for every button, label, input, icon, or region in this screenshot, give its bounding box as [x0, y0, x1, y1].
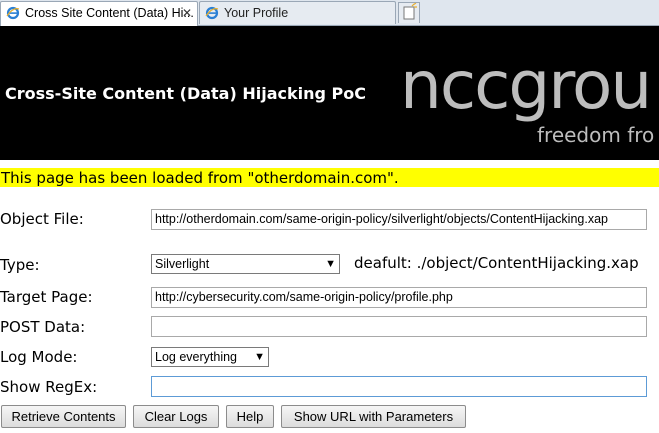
show-regex-label: Show RegEx:	[0, 378, 98, 396]
show-regex-input[interactable]	[151, 376, 647, 397]
help-button[interactable]: Help	[226, 405, 274, 428]
tab-title: Your Profile	[224, 6, 289, 20]
post-data-input[interactable]	[151, 316, 647, 337]
nccgroup-logo: nccgrou	[400, 47, 652, 124]
new-tab-icon	[403, 2, 417, 20]
origin-notice: This page has been loaded from "otherdom…	[0, 168, 659, 187]
default-path-text: deafult: ./object/ContentHijacking.xap	[354, 254, 639, 272]
ie-icon	[6, 6, 20, 20]
browser-tab-strip: Cross Site Content (Data) Hi... ✕ Your P…	[0, 0, 659, 26]
new-tab-button[interactable]	[398, 2, 420, 23]
retrieve-contents-button[interactable]: Retrieve Contents	[1, 405, 126, 428]
ie-icon	[205, 6, 219, 20]
log-mode-selected-value: Log everything	[155, 350, 238, 364]
target-page-input[interactable]: http://cybersecurity.com/same-origin-pol…	[151, 287, 647, 308]
chevron-down-icon: ▼	[325, 258, 336, 270]
type-label: Type:	[0, 256, 40, 274]
object-file-input[interactable]: http://otherdomain.com/same-origin-polic…	[151, 209, 647, 230]
page-title: Cross-Site Content (Data) Hijacking PoC	[5, 84, 366, 103]
type-select[interactable]: Silverlight ▼	[151, 254, 340, 274]
clear-logs-button[interactable]: Clear Logs	[133, 405, 219, 428]
close-tab-icon[interactable]: ✕	[182, 2, 192, 24]
header-banner: Cross-Site Content (Data) Hijacking PoC …	[0, 26, 659, 160]
post-data-label: POST Data:	[0, 318, 86, 336]
type-selected-value: Silverlight	[155, 257, 210, 271]
log-mode-select[interactable]: Log everything ▼	[151, 347, 269, 367]
logo-tagline: freedom fro	[537, 123, 655, 147]
tab-title: Cross Site Content (Data) Hi...	[25, 6, 194, 20]
chevron-down-icon: ▼	[254, 351, 265, 363]
object-file-label: Object File:	[0, 210, 84, 228]
log-mode-label: Log Mode:	[0, 348, 78, 366]
show-url-button[interactable]: Show URL with Parameters	[281, 405, 466, 428]
tab-cross-site-content[interactable]: Cross Site Content (Data) Hi... ✕	[0, 1, 198, 26]
tab-your-profile[interactable]: Your Profile	[199, 1, 396, 24]
target-page-label: Target Page:	[0, 288, 93, 306]
